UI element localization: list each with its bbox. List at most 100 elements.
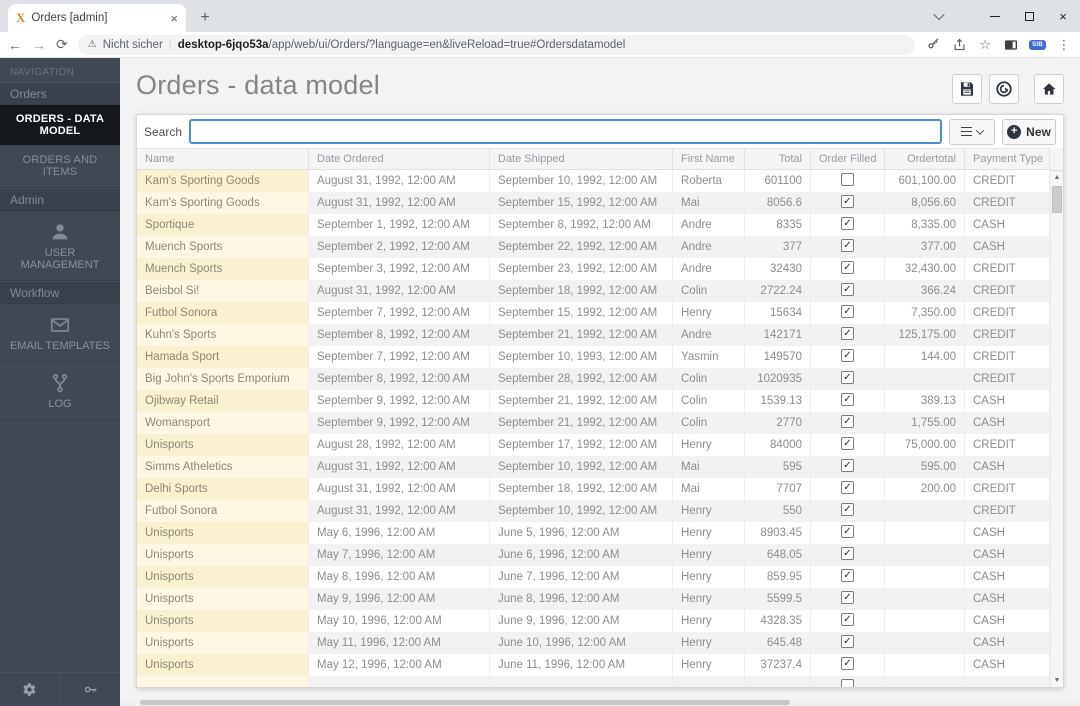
cell-date_ordered: May 10, 1996, 12:00 AM xyxy=(309,610,490,632)
scrollbar-thumb[interactable] xyxy=(1052,186,1062,213)
cell-name: Unisports xyxy=(137,434,309,456)
order-filled-checkbox[interactable] xyxy=(841,172,854,186)
table-row[interactable]: Kam's Sporting Goods August 31, 1992, 12:… xyxy=(137,170,1050,192)
table-row[interactable]: Sportique September 1, 1992, 12:00 AM Sept… xyxy=(137,214,1050,236)
share-icon[interactable] xyxy=(951,37,967,53)
search-label: Search xyxy=(144,124,183,139)
column-header-payment-type[interactable]: Payment Type xyxy=(965,149,1050,169)
cell-date_ordered xyxy=(309,676,490,687)
browser-extension-icon[interactable]: SIB xyxy=(1029,39,1046,50)
sidebar-item-user-management[interactable]: USER MANAGEMENT xyxy=(0,211,120,281)
search-input[interactable] xyxy=(189,119,942,144)
order-filled-checkbox[interactable]: ✓ xyxy=(841,348,854,362)
horizontal-scrollbar-thumb[interactable] xyxy=(140,700,790,705)
history-button[interactable] xyxy=(989,74,1019,104)
table-vertical-scrollbar[interactable]: ▲ ▼ xyxy=(1050,148,1063,687)
order-filled-checkbox[interactable]: ✓ xyxy=(841,546,854,560)
column-header-order-filled[interactable]: Order Filled xyxy=(811,149,885,169)
table-row[interactable]: Unisports May 11, 1996, 12:00 AM June 10, … xyxy=(137,632,1050,654)
order-filled-checkbox[interactable] xyxy=(841,678,854,687)
order-filled-checkbox[interactable]: ✓ xyxy=(841,590,854,604)
column-header-name[interactable]: Name xyxy=(137,149,309,169)
tab-search-chevron-icon[interactable] xyxy=(922,0,956,32)
column-header-ordertotal[interactable]: Ordertotal xyxy=(885,149,965,169)
order-filled-checkbox[interactable]: ✓ xyxy=(841,656,854,670)
order-filled-checkbox[interactable]: ✓ xyxy=(841,216,854,230)
new-record-button[interactable]: + New xyxy=(1002,118,1056,145)
order-filled-checkbox[interactable]: ✓ xyxy=(841,414,854,428)
save-button[interactable] xyxy=(952,74,982,104)
table-row[interactable]: Unisports May 7, 1996, 12:00 AM June 6, 19… xyxy=(137,544,1050,566)
order-filled-checkbox[interactable]: ✓ xyxy=(841,194,854,208)
hamburger-menu-icon xyxy=(961,127,972,136)
forward-icon[interactable]: → xyxy=(32,37,46,53)
new-tab-button[interactable]: + xyxy=(192,5,218,31)
table-row[interactable]: Futbol Sonora September 7, 1992, 12:00 AM… xyxy=(137,302,1050,324)
order-filled-checkbox[interactable]: ✓ xyxy=(841,282,854,296)
side-panel-icon[interactable] xyxy=(1003,37,1019,53)
order-filled-checkbox[interactable]: ✓ xyxy=(841,260,854,274)
order-filled-checkbox[interactable]: ✓ xyxy=(841,634,854,648)
table-row[interactable]: Womansport September 9, 1992, 12:00 AM Sep… xyxy=(137,412,1050,434)
cell-date_ordered: May 12, 1996, 12:00 AM xyxy=(309,654,490,676)
order-filled-checkbox[interactable]: ✓ xyxy=(841,480,854,494)
home-button[interactable] xyxy=(1034,74,1064,104)
table-row[interactable]: Kuhn's Sports September 8, 1992, 12:00 AM… xyxy=(137,324,1050,346)
column-header-date-ordered[interactable]: Date Ordered xyxy=(309,149,490,169)
order-filled-checkbox[interactable]: ✓ xyxy=(841,458,854,472)
order-filled-checkbox[interactable]: ✓ xyxy=(841,392,854,406)
table-row[interactable]: Unisports August 28, 1992, 12:00 AM Septem… xyxy=(137,434,1050,456)
key-button[interactable] xyxy=(59,673,121,706)
column-header-total[interactable]: Total xyxy=(745,149,811,169)
column-header-first-name[interactable]: First Name xyxy=(673,149,745,169)
cell-ordertotal: 125,175.00 xyxy=(885,324,965,346)
order-filled-checkbox[interactable]: ✓ xyxy=(841,326,854,340)
table-row[interactable]: Futbol Sonora August 31, 1992, 12:00 AM Se… xyxy=(137,500,1050,522)
order-filled-checkbox[interactable]: ✓ xyxy=(841,568,854,582)
browser-tab[interactable]: X Orders [admin] × xyxy=(8,4,186,32)
table-row[interactable]: Muench Sports September 2, 1992, 12:00 AM… xyxy=(137,236,1050,258)
sidebar-item-email-templates[interactable]: EMAIL TEMPLATES xyxy=(0,304,120,362)
table-row[interactable]: Unisports May 9, 1996, 12:00 AM June 8, 19… xyxy=(137,588,1050,610)
table-row[interactable]: Simms Atheletics August 31, 1992, 12:00 A… xyxy=(137,456,1050,478)
settings-gear-button[interactable] xyxy=(0,673,60,706)
order-filled-checkbox[interactable]: ✓ xyxy=(841,612,854,626)
sidebar-item-orders-data-model[interactable]: ORDERS - DATA MODEL xyxy=(0,105,120,145)
table-row[interactable]: Hamada Sport September 7, 1992, 12:00 AM S… xyxy=(137,346,1050,368)
table-row[interactable]: Unisports May 12, 1996, 12:00 AM June 11, … xyxy=(137,654,1050,676)
browser-menu-kebab-icon[interactable]: ⋮ xyxy=(1056,37,1072,53)
close-button[interactable]: × xyxy=(1046,0,1080,32)
sidebar-item-log[interactable]: LOG xyxy=(0,362,120,420)
tab-close-icon[interactable]: × xyxy=(170,12,178,25)
table-row[interactable]: Delhi Sports August 31, 1992, 12:00 AM Sep… xyxy=(137,478,1050,500)
table-row[interactable]: Kam's Sporting Goods August 31, 1992, 12:… xyxy=(137,192,1050,214)
table-row[interactable]: Beisbol Si! August 31, 1992, 12:00 AM Sept… xyxy=(137,280,1050,302)
sidebar-item-orders-and-items[interactable]: ORDERS AND ITEMS xyxy=(0,145,120,188)
order-filled-checkbox[interactable]: ✓ xyxy=(841,238,854,252)
grid-menu-button[interactable] xyxy=(949,118,995,145)
maximize-button[interactable] xyxy=(1012,0,1046,32)
order-filled-checkbox[interactable]: ✓ xyxy=(841,524,854,538)
scroll-up-icon[interactable]: ▲ xyxy=(1051,171,1063,184)
table-row[interactable]: Unisports May 8, 1996, 12:00 AM June 7, 19… xyxy=(137,566,1050,588)
order-filled-checkbox[interactable]: ✓ xyxy=(841,436,854,450)
order-filled-checkbox[interactable]: ✓ xyxy=(841,502,854,516)
table-row[interactable]: Ojibway Retail September 9, 1992, 12:00 A… xyxy=(137,390,1050,412)
reload-icon[interactable]: ⟳ xyxy=(56,36,68,53)
table-row[interactable]: Muench Sports September 3, 1992, 12:00 AM… xyxy=(137,258,1050,280)
table-row[interactable]: Unisports May 10, 1996, 12:00 AM June 9, 1… xyxy=(137,610,1050,632)
back-icon[interactable]: ← xyxy=(8,37,22,53)
table-row[interactable] xyxy=(137,676,1050,687)
table-row[interactable]: Big John's Sports Emporium September 8, 1… xyxy=(137,368,1050,390)
cell-date_shipped: September 10, 1992, 12:00 AM xyxy=(490,170,673,192)
table-row[interactable]: Unisports May 6, 1996, 12:00 AM June 5, 19… xyxy=(137,522,1050,544)
page-horizontal-scrollbar[interactable] xyxy=(120,699,1080,706)
order-filled-checkbox[interactable]: ✓ xyxy=(841,370,854,384)
scroll-down-icon[interactable]: ▼ xyxy=(1051,674,1063,687)
password-key-icon[interactable] xyxy=(925,37,941,53)
bookmark-star-icon[interactable]: ☆ xyxy=(977,37,993,53)
address-bar[interactable]: ⚠ Nicht sicher | desktop-6jqo53a/app/web… xyxy=(77,34,916,55)
column-header-date-shipped[interactable]: Date Shipped xyxy=(490,149,673,169)
order-filled-checkbox[interactable]: ✓ xyxy=(841,304,854,318)
minimize-button[interactable] xyxy=(978,0,1012,32)
